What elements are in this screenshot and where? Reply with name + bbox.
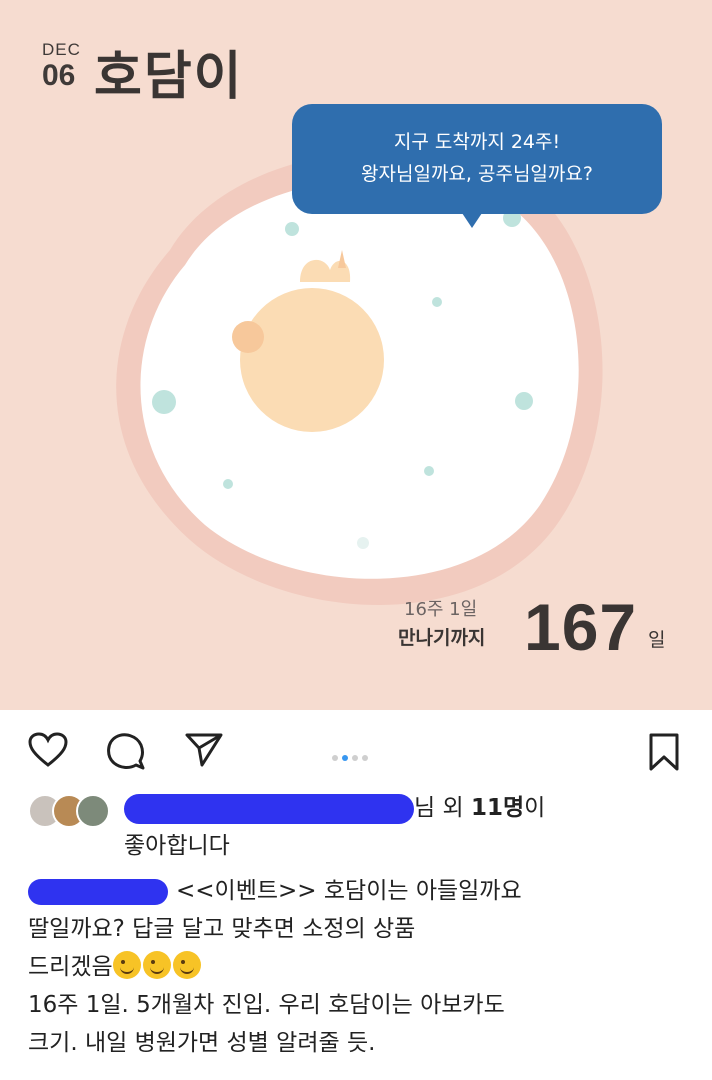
redacted-username[interactable] [28,878,168,905]
liker-avatars[interactable] [28,794,112,828]
date-badge: DEC 06 [42,40,81,92]
post-image[interactable]: DEC 06 호담이 지구 도착까지 24주! 왕자님일까요, 공주님일까요? … [0,0,712,710]
wink-emoji-icon [112,951,141,979]
baby-nickname: 호담이 [94,47,244,107]
carousel-dots [332,746,372,765]
bookmark-icon[interactable] [648,732,680,772]
bubble-line-2: 왕자님일까요, 공주님일까요? [361,163,593,185]
speech-bubble: 지구 도착까지 24주! 왕자님일까요, 공주님일까요? [292,104,662,228]
heart-icon[interactable] [28,732,68,768]
days-count: 167 [524,590,638,664]
carousel-dot[interactable] [362,755,368,761]
likes-count-suffix: 이 [524,795,546,821]
comment-icon[interactable] [105,731,145,771]
week-text: 16주 1일 [404,599,478,620]
wink-emoji-icon [142,951,171,979]
caption-line-4: 16주 1일. 5개월차 진입. 우리 호담이는 아보카도 [28,992,505,1018]
caption-text-3: 드리겠음 [28,954,113,980]
bubble-line-1: 지구 도착까지 24주! [393,131,561,153]
date-month: DEC [42,40,81,59]
likes-suffix: 님 외 [414,795,471,821]
post-caption: <<이벤트>> 호담이는 아들일까요 딸일까요? 답글 달고 맞추면 소정의 상… [28,872,698,1062]
until-label: 만나기까지 [398,627,486,649]
share-icon[interactable] [184,732,224,768]
avatar [76,794,110,828]
carousel-dot[interactable] [352,755,358,761]
caption-line-2: 딸일까요? 답글 달고 맞추면 소정의 상품 [28,916,416,942]
caption-line-5: 크기. 내일 병원가면 성별 알려줄 듯. [28,1030,376,1056]
redacted-username [124,793,414,824]
days-unit: 일 [648,629,666,651]
carousel-dot-active[interactable] [342,755,348,761]
date-day: 06 [42,59,76,92]
action-bar [0,720,712,780]
caption-text-1: <<이벤트>> 호담이는 아들일까요 [176,878,522,904]
likes-text[interactable]: 님 외 11명이 [124,790,545,826]
carousel-dot[interactable] [332,755,338,761]
caption-line-1: <<이벤트>> 호담이는 아들일까요 [28,872,698,910]
likes-count: 11명 [470,795,525,821]
likes-line-2: 좋아합니다 [124,833,230,859]
caption-line-3: 드리겠음 [28,948,698,986]
wink-emoji-icon [172,951,201,979]
